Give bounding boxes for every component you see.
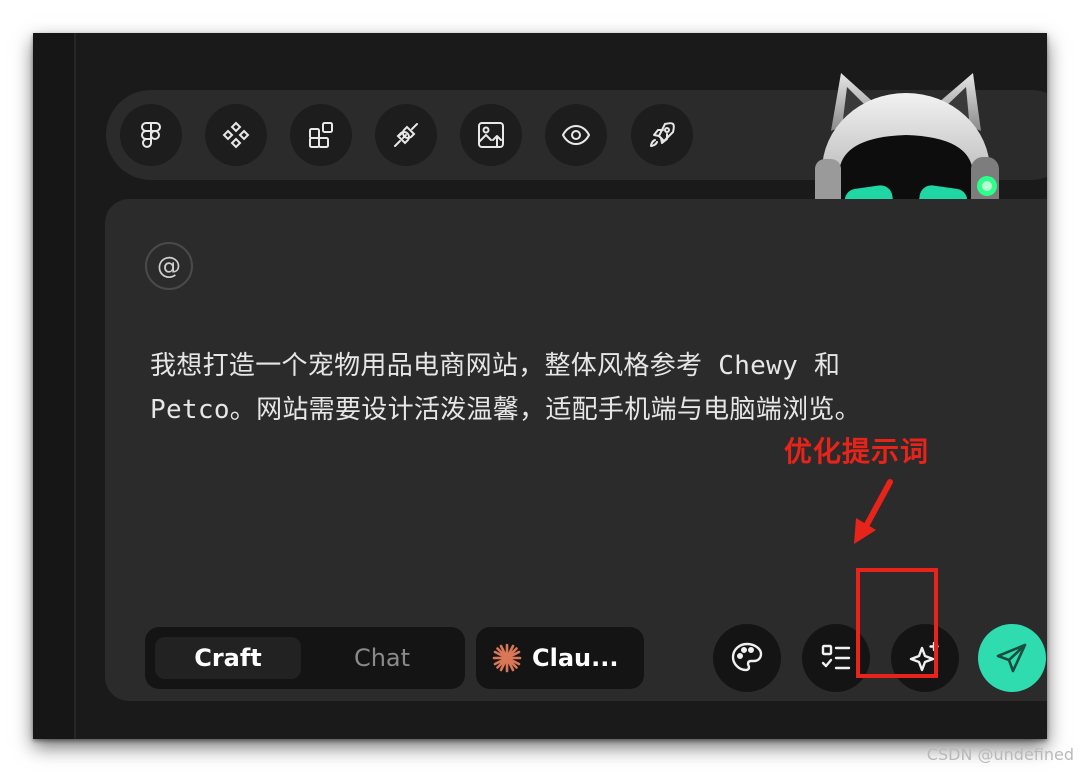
send-button[interactable] xyxy=(978,624,1046,692)
model-label: Clau... xyxy=(532,644,619,672)
at-icon: @ xyxy=(157,252,181,280)
image-upload-button[interactable] xyxy=(460,104,522,166)
deploy-button[interactable] xyxy=(631,104,693,166)
components-button[interactable] xyxy=(205,104,267,166)
plug-icon xyxy=(394,123,418,147)
figma-icon xyxy=(141,122,161,148)
prompt-line: Petco。网站需要设计活泼温馨，适配手机端与电脑端浏览。 xyxy=(150,395,861,425)
prompt-line: 我想打造一个宠物用品电商网站，整体风格参考 Chewy 和 xyxy=(150,351,841,381)
mode-switch: Craft Chat xyxy=(145,627,465,689)
theme-button[interactable] xyxy=(713,624,781,692)
left-sidebar-strip xyxy=(33,33,76,739)
model-selector[interactable]: Clau... xyxy=(476,627,644,689)
figma-button[interactable] xyxy=(120,104,182,166)
mode-tab-craft[interactable]: Craft xyxy=(155,637,301,679)
components-icon xyxy=(222,121,250,149)
blocks-icon xyxy=(309,122,333,148)
image-upload-icon xyxy=(478,122,504,148)
plugin-button[interactable] xyxy=(375,104,437,166)
palette-icon xyxy=(731,642,763,672)
annotation-arrow-icon xyxy=(854,479,893,544)
mention-button[interactable]: @ xyxy=(145,242,193,290)
eye-icon xyxy=(561,124,591,146)
page: @ 我想打造一个宠物用品电商网站，整体风格参考 Chewy 和 Petco。网站需… xyxy=(0,0,1080,772)
blocks-button[interactable] xyxy=(290,104,352,166)
annotation-highlight-box xyxy=(856,568,938,678)
send-icon xyxy=(996,643,1027,673)
prompt-input[interactable]: 我想打造一个宠物用品电商网站，整体风格参考 Chewy 和 Petco。网站需要设… xyxy=(150,344,930,432)
checklist-icon xyxy=(821,644,851,670)
preview-button[interactable] xyxy=(545,104,607,166)
rocket-icon xyxy=(650,122,675,147)
annotation-label: 优化提示词 xyxy=(784,435,930,468)
mode-tab-chat[interactable]: Chat xyxy=(309,637,455,679)
watermark: CSDN @undefined xyxy=(926,745,1074,764)
claude-starburst-icon xyxy=(492,643,522,673)
